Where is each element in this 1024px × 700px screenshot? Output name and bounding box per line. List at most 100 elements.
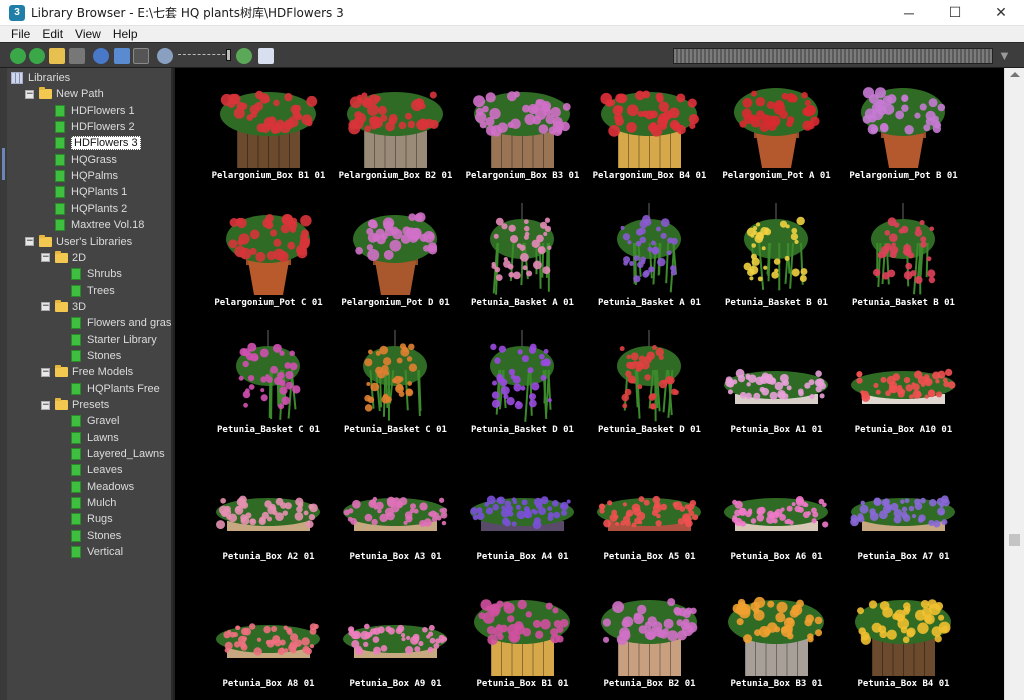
asset-thumbnail[interactable]: Petunia_Box A9 01 bbox=[332, 576, 459, 700]
asset-thumbnail[interactable]: Petunia_Box A8 01 bbox=[205, 576, 332, 700]
tree-item-label: New Path bbox=[56, 88, 104, 101]
tree-item[interactable]: HDFlowers 2 bbox=[41, 119, 135, 135]
asset-thumbnail[interactable]: Petunia_Basket A 01 bbox=[586, 195, 713, 322]
tree-item[interactable]: Leaves bbox=[57, 462, 122, 478]
asset-thumbnail[interactable]: Petunia_Box A5 01 bbox=[586, 449, 713, 576]
tree-item[interactable]: Lawns bbox=[57, 430, 119, 446]
tree-item[interactable]: HQPlants 1 bbox=[41, 184, 127, 200]
asset-thumbnail[interactable]: Pelargonium_Pot A 01 bbox=[713, 68, 840, 195]
expander-icon[interactable]: − bbox=[25, 89, 34, 99]
asset-thumbnail[interactable]: Petunia_Basket A 01 bbox=[459, 195, 586, 322]
expander-icon[interactable]: − bbox=[41, 367, 50, 377]
zoom-slider-thumb[interactable] bbox=[226, 49, 231, 61]
tree-item-label: User's Libraries bbox=[56, 235, 133, 248]
tree-item[interactable]: Meadows bbox=[57, 479, 134, 495]
search-input[interactable] bbox=[673, 48, 993, 64]
close-button[interactable]: ✕ bbox=[978, 0, 1024, 26]
expander-icon[interactable]: − bbox=[25, 237, 34, 246]
tree-item[interactable]: Starter Library bbox=[57, 332, 157, 348]
open-folder-icon[interactable] bbox=[49, 48, 65, 64]
tree-item[interactable]: Libraries bbox=[11, 70, 70, 86]
asset-thumbnail[interactable]: Pelargonium_Box B3 01 bbox=[459, 68, 586, 195]
rename-icon[interactable] bbox=[133, 48, 149, 64]
tree-item[interactable]: HDFlowers 1 bbox=[41, 103, 135, 119]
tree-item[interactable]: Rugs bbox=[57, 511, 113, 527]
asset-thumbnail[interactable]: Petunia_Box B4 01 bbox=[840, 576, 967, 700]
expander-icon[interactable]: − bbox=[41, 302, 50, 312]
menu-help[interactable]: Help bbox=[107, 27, 144, 41]
tree-item[interactable]: − Presets bbox=[41, 397, 109, 413]
menu-edit[interactable]: Edit bbox=[36, 27, 69, 41]
asset-thumbnail[interactable]: Petunia_Basket C 01 bbox=[205, 322, 332, 449]
library-tree: Libraries − New Path HDFlowers 1 HDFlowers 2… bbox=[7, 68, 173, 700]
asset-thumbnail[interactable]: Petunia_Basket D 01 bbox=[586, 322, 713, 449]
back-icon[interactable] bbox=[10, 48, 26, 64]
tree-item[interactable]: Mulch bbox=[57, 495, 116, 511]
vertical-scrollbar[interactable] bbox=[1004, 68, 1024, 700]
stop-icon[interactable] bbox=[69, 48, 85, 64]
library-leaf-icon bbox=[71, 333, 81, 346]
asset-thumbnail[interactable]: Petunia_Box A4 01 bbox=[459, 449, 586, 576]
tree-item[interactable]: Stones bbox=[57, 528, 121, 544]
asset-thumbnail[interactable]: Pelargonium_Pot B 01 bbox=[840, 68, 967, 195]
asset-name-label: Petunia_Basket C 01 bbox=[344, 425, 447, 435]
zoom-out-icon[interactable] bbox=[157, 48, 173, 64]
scroll-up-icon[interactable] bbox=[1010, 72, 1020, 77]
plant-preview-image bbox=[216, 495, 320, 531]
asset-thumbnail[interactable]: Petunia_Basket B 01 bbox=[840, 195, 967, 322]
asset-thumbnail[interactable]: Pelargonium_Box B2 01 bbox=[332, 68, 459, 195]
asset-thumbnail[interactable]: Pelargonium_Pot C 01 bbox=[205, 195, 332, 322]
tree-item[interactable]: Trees bbox=[57, 283, 115, 299]
expander-icon[interactable]: − bbox=[41, 400, 50, 410]
asset-thumbnail[interactable]: Pelargonium_Pot D 01 bbox=[332, 195, 459, 322]
tree-item[interactable]: HQGrass bbox=[41, 152, 117, 168]
asset-thumbnail[interactable]: Petunia_Box B1 01 bbox=[459, 576, 586, 700]
tree-item[interactable]: − User's Libraries bbox=[25, 234, 132, 250]
tree-item[interactable]: Stones bbox=[57, 348, 121, 364]
menu-view[interactable]: View bbox=[69, 27, 107, 41]
sort-icon[interactable] bbox=[114, 48, 130, 64]
filter-icon[interactable]: ▼ bbox=[998, 49, 1012, 63]
tree-item[interactable]: Gravel bbox=[57, 413, 119, 429]
tree-item[interactable]: Shrubs bbox=[57, 266, 122, 282]
tree-item[interactable]: − New Path bbox=[25, 86, 104, 102]
zoom-slider[interactable] bbox=[178, 54, 230, 58]
tree-item[interactable]: Vertical bbox=[57, 544, 123, 560]
minimize-button[interactable]: ─ bbox=[886, 0, 932, 26]
tree-item-label: Mulch bbox=[87, 497, 117, 510]
asset-thumbnail[interactable]: Petunia_Box A7 01 bbox=[840, 449, 967, 576]
menu-file[interactable]: File bbox=[0, 27, 36, 41]
asset-thumbnail[interactable]: Petunia_Basket C 01 bbox=[332, 322, 459, 449]
asset-thumbnail[interactable]: Petunia_Box A1 01 bbox=[713, 322, 840, 449]
asset-thumbnail[interactable]: Petunia_Box B2 01 bbox=[586, 576, 713, 700]
asset-thumbnail[interactable]: Petunia_Box A2 01 bbox=[205, 449, 332, 576]
tree-item[interactable]: − 3D bbox=[41, 299, 86, 315]
forward-icon[interactable] bbox=[29, 48, 45, 64]
zoom-in-icon[interactable] bbox=[236, 48, 252, 64]
refresh-icon[interactable] bbox=[93, 48, 109, 64]
expander-icon[interactable]: − bbox=[41, 253, 50, 263]
tree-item[interactable]: − 2D bbox=[41, 250, 86, 266]
asset-thumbnail[interactable]: Pelargonium_Box B1 01 bbox=[205, 68, 332, 195]
asset-thumbnail[interactable]: Petunia_Box B3 01 bbox=[713, 576, 840, 700]
asset-thumbnail[interactable]: Petunia_Box A3 01 bbox=[332, 449, 459, 576]
asset-thumbnail[interactable]: Petunia_Box A10 01 bbox=[840, 322, 967, 449]
help-icon[interactable] bbox=[258, 48, 274, 64]
maximize-button[interactable]: ☐ bbox=[932, 0, 978, 26]
tree-item[interactable]: HDFlowers 3 bbox=[41, 135, 141, 151]
asset-thumbnail[interactable]: Petunia_Box A6 01 bbox=[713, 449, 840, 576]
thumbnail-grid: Pelargonium_Box B1 01 Pelargonium_Box B2 … bbox=[175, 68, 1004, 700]
tree-item[interactable]: Flowers and grass bbox=[57, 315, 171, 331]
tree-item[interactable]: − Free Models bbox=[41, 364, 133, 380]
tree-item[interactable]: HQPlants 2 bbox=[41, 201, 127, 217]
asset-thumbnail[interactable]: Petunia_Basket B 01 bbox=[713, 195, 840, 322]
tree-item[interactable]: Maxtree Vol.18 bbox=[41, 217, 144, 233]
asset-name-label: Petunia_Basket B 01 bbox=[852, 298, 955, 308]
tree-item[interactable]: HQPlants Free bbox=[57, 381, 160, 397]
tree-item[interactable]: HQPalms bbox=[41, 168, 118, 184]
scrollbar-thumb[interactable] bbox=[1009, 534, 1020, 546]
asset-name-label: Petunia_Box B2 01 bbox=[603, 679, 696, 689]
tree-item[interactable]: Layered_Lawns bbox=[57, 446, 165, 462]
asset-thumbnail[interactable]: Petunia_Basket D 01 bbox=[459, 322, 586, 449]
asset-thumbnail[interactable]: Pelargonium_Box B4 01 bbox=[586, 68, 713, 195]
